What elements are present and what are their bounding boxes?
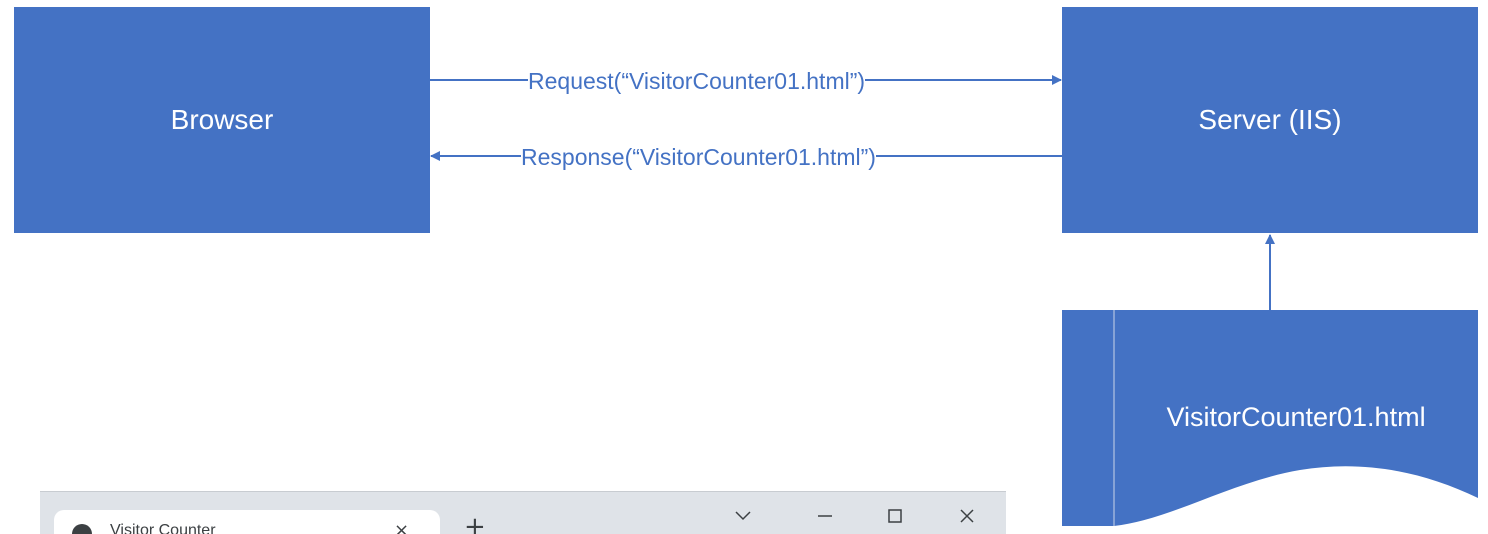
browser-window-titlebar: Visitor Counter × + [40, 491, 1006, 534]
request-edge-label: Request(“VisitorCounter01.html”) [528, 67, 866, 95]
close-icon[interactable]: × [394, 520, 409, 534]
tab-title: Visitor Counter [110, 522, 216, 534]
response-edge-label: Response(“VisitorCounter01.html”) [521, 143, 876, 171]
document-node-label: VisitorCounter01.html [1166, 402, 1426, 432]
browser-node: Browser [14, 7, 430, 233]
browser-tab[interactable]: Visitor Counter × [54, 510, 440, 534]
browser-node-label: Browser [170, 104, 274, 135]
architecture-diagram: Browser Server (IIS) Request(“VisitorCou… [0, 0, 1488, 534]
minimize-icon[interactable] [810, 504, 840, 528]
window-close-icon[interactable] [952, 504, 982, 528]
chevron-down-icon[interactable] [728, 504, 758, 528]
maximize-icon[interactable] [880, 504, 910, 528]
server-node: Server (IIS) [1062, 7, 1478, 233]
server-node-label: Server (IIS) [1198, 104, 1342, 135]
globe-icon [72, 524, 92, 534]
new-tab-button[interactable]: + [464, 514, 486, 534]
